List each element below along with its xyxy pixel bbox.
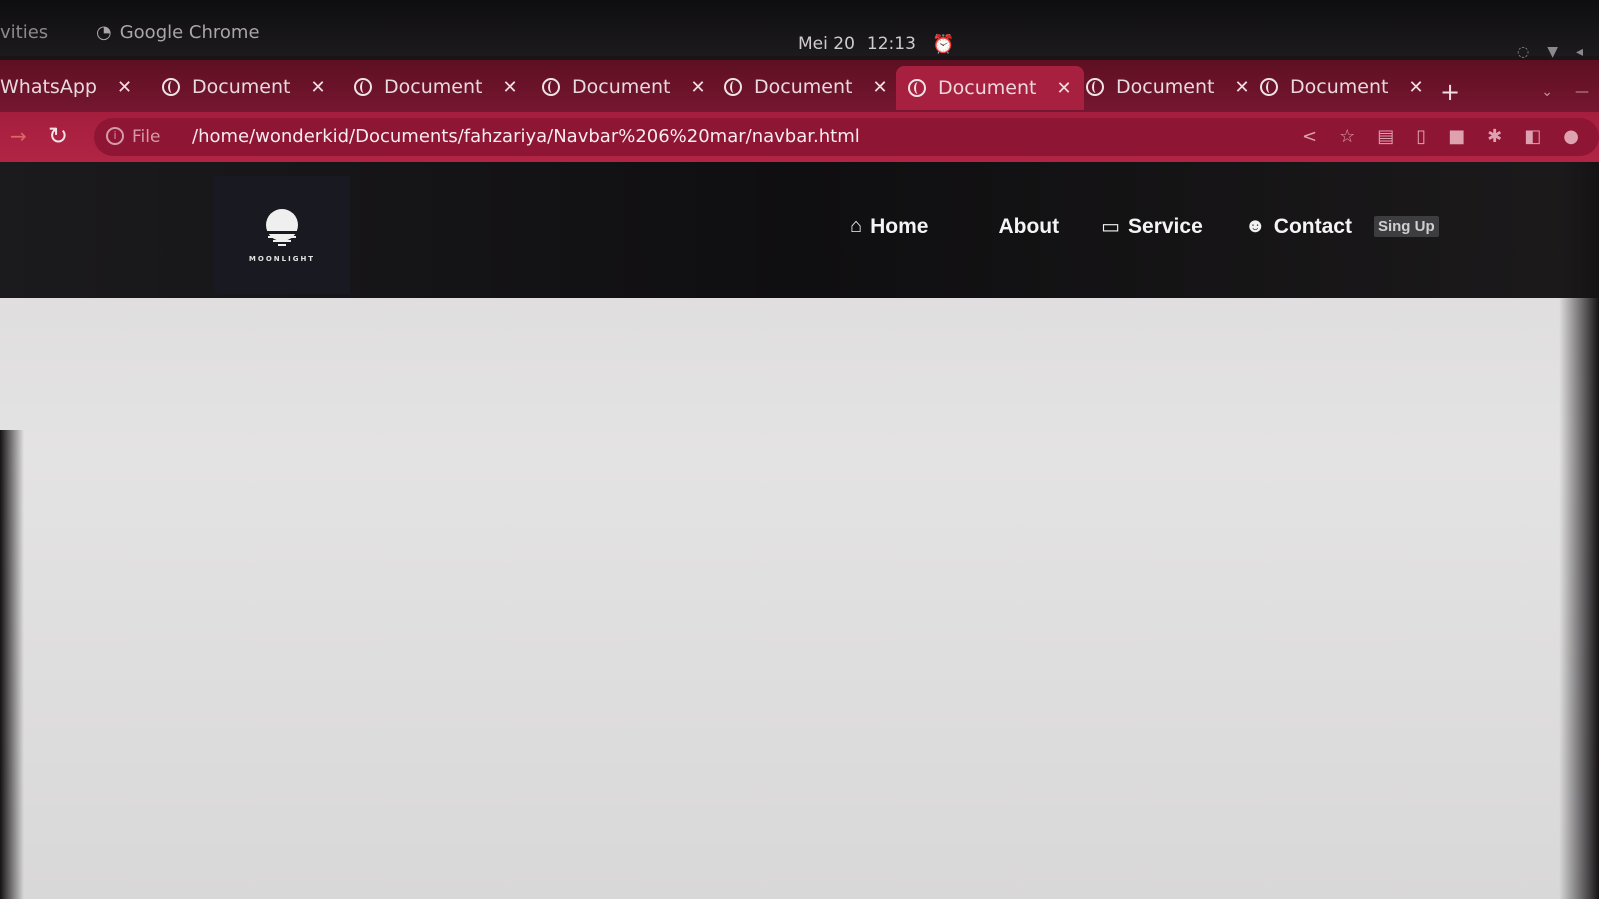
tab-search-icon[interactable]: ⌄	[1541, 84, 1553, 100]
browser-toolbar: → ↻ i File /home/wonderkid/Documents/fah…	[0, 112, 1599, 162]
tab-document-1[interactable]: Document ✕	[150, 68, 338, 106]
bookmark-star-icon[interactable]: ☆	[1339, 126, 1355, 147]
tab-document-active[interactable]: Document ✕	[896, 66, 1084, 110]
globe-icon	[542, 78, 560, 96]
nav-contact-label: Contact	[1273, 214, 1352, 238]
activities-button[interactable]: vities	[0, 22, 48, 43]
globe-icon	[354, 78, 372, 96]
info-icon: i	[106, 127, 124, 145]
extension-icon[interactable]: ■	[1448, 126, 1465, 147]
accessibility-icon: ◌	[1516, 44, 1530, 60]
globe-icon	[724, 78, 742, 96]
tab-label: Document	[1290, 76, 1389, 98]
clock-date: Mei 20	[798, 34, 855, 54]
alarm-icon: ⏰	[932, 34, 955, 55]
moon-logo-icon	[264, 209, 300, 246]
close-icon[interactable]: ✕	[872, 77, 887, 98]
tab-document-3[interactable]: Document ✕	[530, 68, 718, 106]
site-nav-menu: ⌂ Home About ▭ Service ☻ Contact Sing Up	[850, 214, 1439, 239]
contact-icon: ☻	[1244, 215, 1266, 237]
tab-strip: WhatsApp ✕ Document ✕ Document ✕ Documen…	[0, 60, 1599, 112]
close-icon[interactable]: ✕	[502, 77, 517, 98]
close-icon[interactable]: ✕	[690, 77, 705, 98]
globe-icon	[1086, 78, 1104, 96]
back-icon[interactable]: →	[10, 124, 27, 148]
tab-document-7[interactable]: Document ✕	[1248, 68, 1436, 106]
scheme-label: File	[132, 127, 161, 147]
tab-label: Document	[384, 76, 483, 98]
tab-label: WhatsApp	[0, 76, 97, 98]
system-tray[interactable]: ◌ ▼ ◂	[1517, 44, 1583, 60]
page-body	[0, 298, 1599, 899]
extension-icon[interactable]: ▯	[1416, 126, 1426, 147]
globe-icon	[908, 79, 926, 97]
tab-label: Document	[572, 76, 671, 98]
signup-button[interactable]: Sing Up	[1373, 216, 1439, 237]
app-menu-label: Google Chrome	[119, 22, 260, 43]
reload-icon[interactable]: ↻	[48, 122, 68, 150]
home-icon: ⌂	[850, 215, 863, 237]
tab-label: Document	[938, 77, 1037, 99]
briefcase-icon: ▭	[1101, 216, 1121, 238]
extension-icon[interactable]: ▤	[1377, 126, 1394, 147]
site-logo[interactable]: MOONLIGHT	[214, 176, 350, 294]
clock-time: 12:13	[866, 34, 916, 54]
tab-document-4[interactable]: Document ✕	[712, 68, 900, 106]
profile-avatar-icon[interactable]: ●	[1563, 126, 1579, 147]
site-navbar: MOONLIGHT ⌂ Home About ▭ Service ☻ Conta…	[0, 162, 1599, 298]
toolbar-icons: < ☆ ▤ ▯ ■ ✱ ◧ ●	[1302, 126, 1579, 147]
site-info[interactable]: i File	[106, 127, 160, 147]
logo-text: MOONLIGHT	[248, 255, 316, 263]
tab-label: Document	[1116, 76, 1215, 98]
tab-label: Document	[754, 76, 853, 98]
tab-label: Document	[192, 76, 291, 98]
tab-document-2[interactable]: Document ✕	[342, 68, 530, 106]
clock[interactable]: Mei 20 12:13	[798, 34, 916, 54]
nav-about[interactable]: About	[998, 215, 1059, 239]
globe-icon	[162, 78, 180, 96]
chrome-icon: ◔	[96, 22, 112, 43]
page-viewport: MOONLIGHT ⌂ Home About ▭ Service ☻ Conta…	[0, 162, 1599, 899]
close-icon[interactable]: ✕	[1408, 77, 1423, 98]
new-tab-button[interactable]: +	[1440, 78, 1460, 106]
close-icon[interactable]: ✕	[117, 77, 132, 98]
wifi-icon: ▼	[1547, 44, 1558, 60]
nav-home[interactable]: ⌂ Home	[850, 215, 928, 239]
minimize-icon[interactable]: —	[1575, 84, 1589, 100]
puzzle-icon[interactable]: ✱	[1487, 126, 1502, 147]
nav-service-label: Service	[1128, 214, 1203, 238]
volume-icon: ◂	[1575, 44, 1583, 60]
system-top-bar: vities ◔ Google Chrome Mei 20 12:13 ⏰ ◌ …	[0, 0, 1599, 60]
tab-whatsapp[interactable]: WhatsApp ✕	[0, 68, 144, 106]
app-menu[interactable]: ◔ Google Chrome	[96, 22, 260, 43]
close-icon[interactable]: ✕	[1056, 78, 1071, 99]
url-text[interactable]: /home/wonderkid/Documents/fahzariya/Navb…	[192, 126, 860, 147]
nav-about-label: About	[998, 214, 1060, 238]
globe-icon	[1260, 78, 1278, 96]
share-icon[interactable]: <	[1302, 126, 1317, 147]
tab-document-6[interactable]: Document ✕	[1074, 68, 1262, 106]
side-panel-icon[interactable]: ◧	[1524, 126, 1541, 147]
nav-home-label: Home	[870, 214, 929, 238]
nav-contact[interactable]: ☻ Contact	[1245, 215, 1352, 239]
nav-service[interactable]: ▭ Service	[1101, 214, 1203, 239]
photo-vignette-left	[0, 430, 24, 899]
photo-vignette-right	[1559, 162, 1599, 899]
close-icon[interactable]: ✕	[310, 77, 325, 98]
